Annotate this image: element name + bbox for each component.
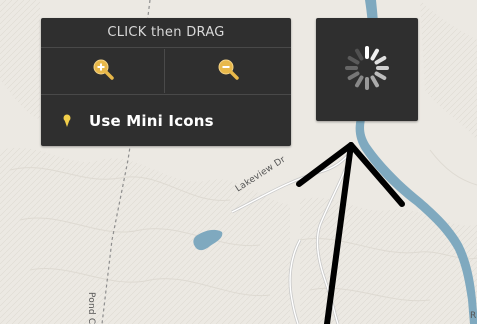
map-controls-panel: CLICK then DRAG Use Mini Icons xyxy=(41,18,291,146)
road-label-pond: Pond Cre xyxy=(86,292,96,324)
zoom-out-icon xyxy=(217,58,239,84)
loading-indicator xyxy=(316,18,418,121)
zoom-out-button[interactable] xyxy=(166,49,290,93)
use-mini-icons-toggle[interactable]: Use Mini Icons xyxy=(41,95,291,146)
use-mini-icons-label: Use Mini Icons xyxy=(89,111,214,130)
zoom-in-icon xyxy=(92,58,114,84)
zoom-in-button[interactable] xyxy=(41,49,165,93)
loading-spinner-icon xyxy=(342,43,392,97)
panel-title: CLICK then DRAG xyxy=(41,18,291,48)
map-pin-icon xyxy=(62,113,72,129)
road-label-edge: R xyxy=(470,311,477,321)
